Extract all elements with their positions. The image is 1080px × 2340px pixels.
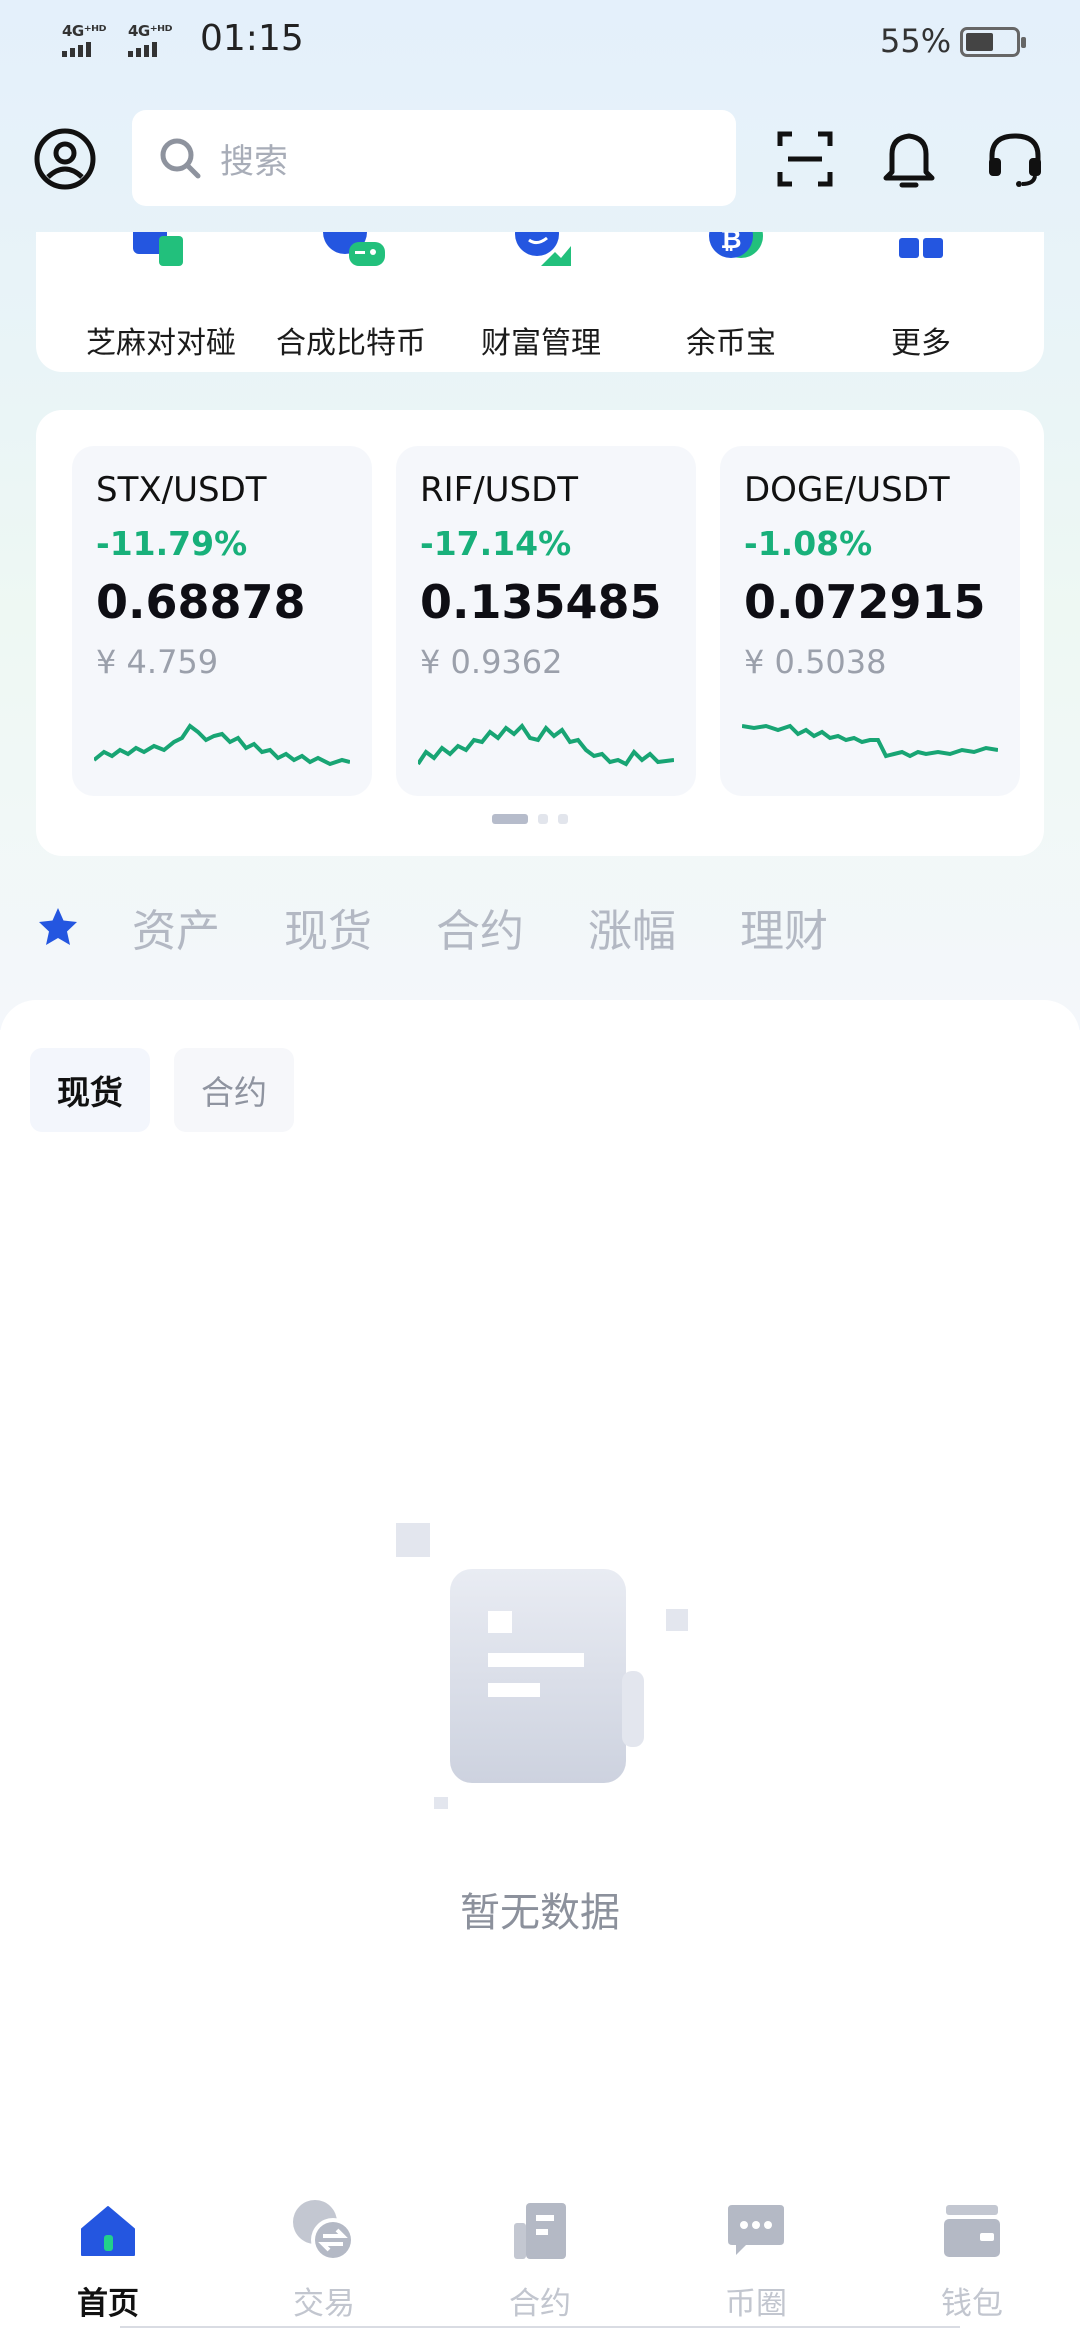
shortcut-wealth[interactable]: 财富管理	[446, 232, 636, 362]
ticker-change: -17.14%	[420, 524, 572, 563]
signal-indicator-1: 4G⁺ᴴᴰ	[62, 22, 106, 57]
search-placeholder: 搜索	[220, 141, 288, 182]
nav-label: 合约	[509, 2286, 571, 2322]
nav-wallet[interactable]: 钱包	[912, 2196, 1032, 2323]
nav-label: 首页	[77, 2286, 139, 2322]
clock: 01:15	[200, 18, 304, 59]
shortcut-yubibao[interactable]: ₿ 余币宝	[636, 232, 826, 362]
bell-icon[interactable]	[874, 124, 944, 194]
nav-label: 钱包	[941, 2286, 1003, 2322]
nav-trade[interactable]: 交易	[264, 2196, 384, 2323]
ticker-pair: RIF/USDT	[420, 470, 579, 510]
star-icon[interactable]	[36, 905, 80, 949]
carousel-pager	[492, 814, 568, 824]
ticker-pair: STX/USDT	[96, 470, 267, 510]
empty-state-text: 暂无数据	[460, 1890, 620, 1936]
nav-label: 币圈	[725, 2286, 787, 2322]
subtab-spot[interactable]: 现货	[30, 1048, 150, 1132]
ticker-pair: DOGE/USDT	[744, 470, 950, 510]
search-icon	[160, 138, 201, 179]
status-bar: 4G⁺ᴴᴰ 4G⁺ᴴᴰ 01:15 55%	[0, 0, 1080, 84]
ticker-stx[interactable]: STX/USDT -11.79% 0.68878 ¥ 4.759	[72, 446, 372, 796]
shortcut-card: 芝麻对对碰 合成比特币 财富管理 ₿ 余币宝 更多	[36, 232, 1044, 372]
pager-dot	[538, 814, 548, 824]
shortcut-label: 更多	[891, 326, 951, 361]
puzzle-icon	[66, 232, 256, 272]
home-indicator	[120, 2326, 960, 2334]
sparkline	[94, 723, 350, 767]
pager-dot-active	[492, 814, 528, 824]
grid-icon	[826, 232, 1016, 272]
profile-icon[interactable]	[30, 124, 100, 194]
svg-text:₿: ₿	[720, 232, 741, 255]
ticker-cny: ¥ 0.9362	[420, 643, 563, 681]
subtab-contract[interactable]: 合约	[174, 1048, 294, 1132]
shortcut-label: 芝麻对对碰	[86, 326, 236, 361]
ticker-price: 0.072915	[744, 575, 986, 629]
ticker-doge[interactable]: DOGE/USDT -1.08% 0.072915 ¥ 0.5038	[720, 446, 1020, 796]
gamepad-icon	[256, 232, 446, 272]
shortcut-label: 财富管理	[481, 326, 601, 361]
tab-contract[interactable]: 合约	[436, 895, 524, 959]
shortcut-synthesize-btc[interactable]: 合成比特币	[256, 232, 446, 362]
battery-icon	[960, 27, 1026, 57]
content-panel: 现货 合约 暂无数据	[0, 1000, 1080, 2160]
nav-label: 交易	[293, 2286, 355, 2322]
bottom-nav: 首页 交易 合约 币圈 钱包	[0, 2180, 1080, 2340]
wealth-icon	[446, 232, 636, 272]
sparkline	[742, 723, 998, 759]
nav-home[interactable]: 首页	[48, 2196, 168, 2323]
tab-assets[interactable]: 资产	[132, 895, 220, 959]
contract-icon	[480, 2196, 600, 2266]
shortcut-label: 余币宝	[686, 326, 776, 361]
ticker-carousel: STX/USDT -11.79% 0.68878 ¥ 4.759 RIF/USD…	[36, 410, 1044, 856]
tab-spot[interactable]: 现货	[284, 895, 372, 959]
tab-wealth[interactable]: 理财	[740, 895, 828, 959]
scan-icon[interactable]	[770, 124, 840, 194]
ticker-rif[interactable]: RIF/USDT -17.14% 0.135485 ¥ 0.9362	[396, 446, 696, 796]
nav-contract[interactable]: 合约	[480, 2196, 600, 2323]
search-input[interactable]: 搜索	[132, 110, 736, 206]
shortcut-zhima[interactable]: 芝麻对对碰	[66, 232, 256, 362]
nav-community[interactable]: 币圈	[696, 2196, 816, 2323]
shortcut-more[interactable]: 更多	[826, 232, 1016, 362]
ticker-cny: ¥ 4.759	[96, 643, 219, 681]
ticker-price: 0.135485	[420, 575, 662, 629]
home-icon	[48, 2196, 168, 2266]
shortcut-label: 合成比特币	[276, 326, 426, 361]
ticker-cny: ¥ 0.5038	[744, 643, 887, 681]
battery-percent: 55%	[880, 22, 952, 60]
signal-label-2: 4G⁺ᴴᴰ	[128, 22, 172, 40]
wallet-icon	[912, 2196, 1032, 2266]
ticker-change: -11.79%	[96, 524, 248, 563]
market-tabs: 资产 现货 合约 涨幅 理财	[36, 892, 892, 962]
signal-indicator-2: 4G⁺ᴴᴰ	[128, 22, 172, 57]
exchange-icon	[264, 2196, 384, 2266]
tab-gainers[interactable]: 涨幅	[588, 895, 676, 959]
signal-label-1: 4G⁺ᴴᴰ	[62, 22, 106, 40]
chat-icon	[696, 2196, 816, 2266]
bitcoin-icon: ₿	[636, 232, 826, 272]
ticker-change: -1.08%	[744, 524, 873, 563]
sparkline	[418, 722, 674, 767]
headset-icon[interactable]	[978, 124, 1052, 194]
empty-document-icon	[396, 1523, 688, 1809]
pager-dot	[558, 814, 568, 824]
ticker-price: 0.68878	[96, 575, 306, 629]
